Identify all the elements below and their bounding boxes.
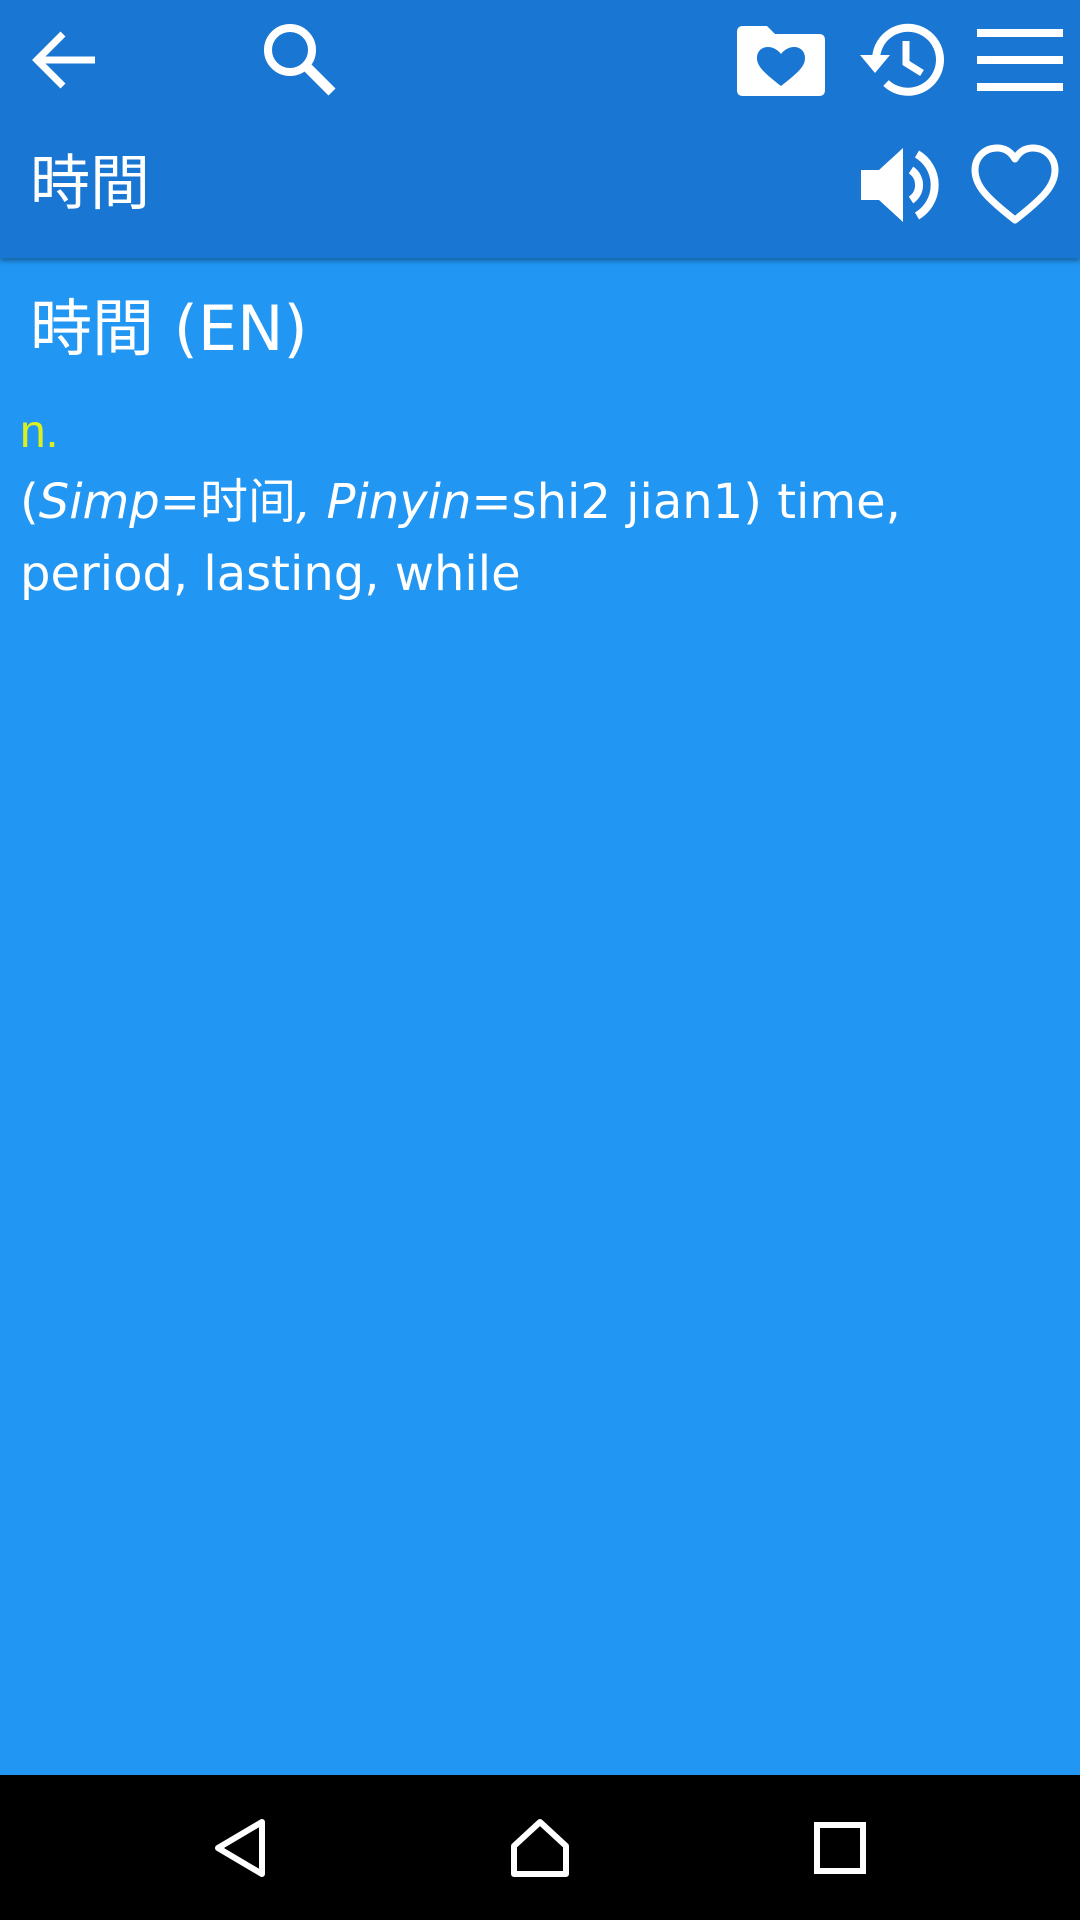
definition-text: (Simp=时间, Pinyin=shi2 jian1) time, perio… [20,466,1060,610]
word-title-row: 時間 [0,130,1080,250]
back-button[interactable] [10,5,120,115]
pinyin-value: shi2 jian1 [511,474,744,530]
nav-back-icon [215,1818,265,1877]
simp-equals: = [159,474,200,530]
speak-button[interactable] [845,130,955,240]
heart-outline-icon [971,144,1059,224]
favorites-folder-button[interactable] [725,10,835,110]
entry-content: 時間 (EN) n. (Simp=时间, Pinyin=shi2 jian1) … [0,258,1080,1775]
search-button[interactable] [245,5,355,115]
entry-heading: 時間 (EN) [30,292,308,365]
part-of-speech: n. [20,405,59,457]
nav-recents-icon [814,1821,866,1874]
app-bar: 時間 [0,0,1080,258]
nav-recents-button[interactable] [790,1795,890,1900]
simp-value: 时间 [199,474,296,530]
menu-icon [977,29,1063,91]
definition-close-paren: ) [743,474,762,530]
simp-label: Simp [38,474,160,530]
definition-open-paren: ( [20,474,39,530]
pinyin-label: Pinyin [326,474,472,530]
search-icon [264,24,336,96]
menu-button[interactable] [965,5,1075,115]
toolbar [0,0,1080,120]
speaker-icon [860,148,939,222]
history-button[interactable] [845,5,955,115]
nav-home-icon [511,1818,569,1877]
nav-home-button[interactable] [490,1795,590,1900]
nav-back-button[interactable] [190,1795,290,1900]
history-icon [860,23,944,96]
pinyin-equals: = [471,474,512,530]
system-nav-bar [0,1775,1080,1920]
word-title: 時間 [30,149,150,219]
arrow-left-icon [32,31,95,89]
favorite-button[interactable] [960,130,1070,240]
definition-separator: , [296,474,327,530]
folder-heart-icon [736,26,825,96]
screen: 時間 時間 (EN) n. (Simp=时间, Pinyin=shi2 jian… [0,0,1080,1920]
